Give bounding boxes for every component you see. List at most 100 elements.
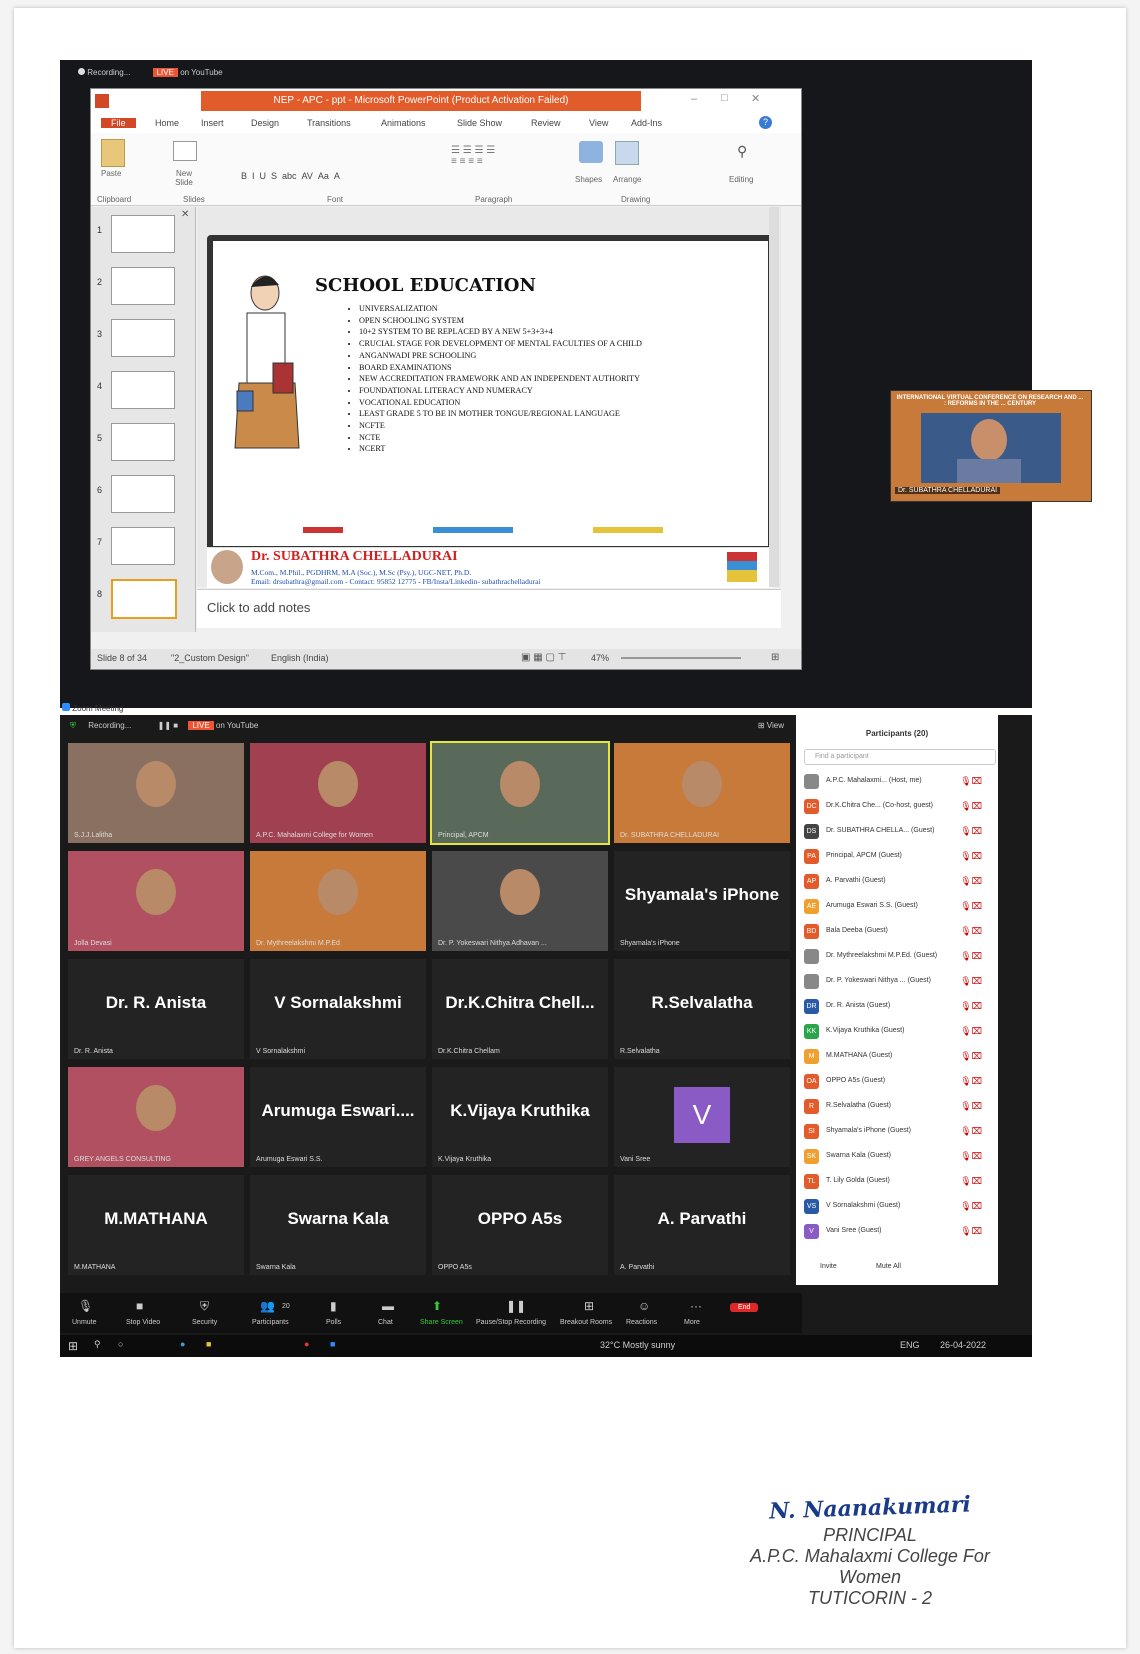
participant-row[interactable]: V Vani Sree (Guest) 🎙⌧ — [804, 1221, 990, 1243]
slide-thumbnail[interactable] — [111, 527, 175, 565]
tab-add-ins[interactable]: Add-Ins — [631, 118, 662, 128]
participant-row[interactable]: KK K.Vijaya Kruthika (Guest) 🎙⌧ — [804, 1021, 990, 1043]
participant-tile[interactable]: Dr. R. Anista Dr. R. Anista — [68, 959, 244, 1059]
polls-button[interactable]: Polls — [326, 1319, 341, 1326]
chrome-icon[interactable]: ● — [304, 1339, 309, 1349]
editing-button[interactable]: Editing — [729, 175, 753, 184]
participant-row[interactable]: Dr. P. Yokeswari Nithya ... (Guest) 🎙⌧ — [804, 971, 990, 993]
tab-animations[interactable]: Animations — [381, 118, 426, 128]
participant-tile[interactable]: Shyamala's iPhone Shyamala's iPhone — [614, 851, 790, 951]
tab-file[interactable]: File — [101, 118, 136, 128]
search-icon[interactable]: ⚲ — [94, 1339, 101, 1350]
find-icon[interactable]: ⚲ — [737, 143, 747, 160]
zoom-taskbar-icon[interactable]: ■ — [330, 1339, 335, 1349]
participant-row[interactable]: DC Dr.K.Chitra Che... (Co-host, guest) 🎙⌧ — [804, 796, 990, 818]
end-button[interactable]: End — [730, 1303, 759, 1312]
participant-search-input[interactable]: Find a participant — [804, 749, 996, 765]
view-buttons[interactable]: ▣ ▦ ▢ ⊤ — [521, 652, 566, 663]
participant-tile[interactable]: Dr. SUBATHRA CHELLADURAI — [614, 743, 790, 843]
tab-slide-show[interactable]: Slide Show — [457, 118, 502, 128]
participant-row[interactable]: AE Arumuga Eswari S.S. (Guest) 🎙⌧ — [804, 896, 990, 918]
language-status[interactable]: English (India) — [271, 653, 329, 663]
presenter-video-thumbnail[interactable]: INTERNATIONAL VIRTUAL CONFERENCE ON RESE… — [890, 390, 1092, 502]
zoom-level[interactable]: 47% — [591, 653, 609, 663]
participant-row[interactable]: A.P.C. Mahalaxmi... (Host, me) 🎙⌧ — [804, 771, 990, 793]
slide-thumbnail[interactable] — [111, 371, 175, 409]
participant-row[interactable]: SI Shyamala's iPhone (Guest) 🎙⌧ — [804, 1121, 990, 1143]
tab-home[interactable]: Home — [155, 118, 179, 128]
participant-tile[interactable]: Jolla Devasi — [68, 851, 244, 951]
participant-tile[interactable]: Swarna Kala Swarna Kala — [250, 1175, 426, 1275]
reactions-button[interactable]: Reactions — [626, 1319, 657, 1326]
participant-tile[interactable]: R.Selvalatha R.Selvalatha — [614, 959, 790, 1059]
tab-review[interactable]: Review — [531, 118, 561, 128]
participant-tile[interactable]: Principal, APCM — [430, 741, 610, 845]
participant-row[interactable]: SK Swarna Kala (Guest) 🎙⌧ — [804, 1146, 990, 1168]
security-button[interactable]: Security — [192, 1319, 217, 1326]
more-button[interactable]: More — [684, 1319, 700, 1326]
slide-thumbnail[interactable] — [111, 423, 175, 461]
chat-button[interactable]: Chat — [378, 1319, 393, 1326]
live-target[interactable]: on YouTube — [180, 68, 222, 77]
windows-start-icon[interactable]: ⊞ — [68, 1339, 78, 1353]
participant-tile[interactable]: V Sornalakshmi V Sornalakshmi — [250, 959, 426, 1059]
tab-view[interactable]: View — [589, 118, 608, 128]
edge-icon[interactable]: ● — [180, 1339, 185, 1349]
pane-close-icon[interactable]: ✕ — [181, 209, 189, 220]
zoom-live-badge[interactable]: LIVE — [188, 721, 214, 730]
participant-tile[interactable]: Arumuga Eswari.... Arumuga Eswari S.S. — [250, 1067, 426, 1167]
tab-insert[interactable]: Insert — [201, 118, 224, 128]
current-slide[interactable]: SCHOOL EDUCATION UNIVERSALIZATIONOPEN SC… — [207, 235, 774, 552]
shapes-button[interactable]: Shapes — [575, 175, 602, 184]
stop-video-button[interactable]: Stop Video — [126, 1319, 160, 1326]
paragraph-tools[interactable]: ☰ ☰ ☰ ☰ ≡ ≡ ≡ ≡ — [451, 145, 495, 167]
maximize-icon[interactable]: □ — [721, 92, 728, 104]
participant-row[interactable]: OA OPPO A5s (Guest) 🎙⌧ — [804, 1071, 990, 1093]
participant-tile[interactable]: Dr.K.Chitra Chell... Dr.K.Chitra Chellam — [432, 959, 608, 1059]
pause-icon[interactable]: ❚❚ ■ — [158, 721, 178, 730]
fit-slide-icon[interactable]: ⊞ — [771, 652, 779, 663]
slide-thumbnail[interactable] — [111, 215, 175, 253]
clock-date[interactable]: 26-04-2022 — [940, 1340, 986, 1350]
participant-tile[interactable]: A. Parvathi A. Parvathi — [614, 1175, 790, 1275]
participant-tile[interactable]: S.J.J.Lalitha — [68, 743, 244, 843]
participant-row[interactable]: PA Principal, APCM (Guest) 🎙⌧ — [804, 846, 990, 868]
participant-row[interactable]: BD Bala Deeba (Guest) 🎙⌧ — [804, 921, 990, 943]
view-button[interactable]: ⊞ View — [758, 721, 784, 730]
participant-row[interactable]: Dr. Mythreelakshmi M.P.Ed. (Guest) 🎙⌧ — [804, 946, 990, 968]
zoom-live-target[interactable]: on YouTube — [216, 721, 258, 730]
participant-row[interactable]: DR Dr. R. Anista (Guest) 🎙⌧ — [804, 996, 990, 1018]
participant-row[interactable]: M M.MATHANA (Guest) 🎙⌧ — [804, 1046, 990, 1068]
slide-thumbnail[interactable] — [111, 267, 175, 305]
participant-tile[interactable]: V Vani Sree — [614, 1067, 790, 1167]
slide-thumbnail[interactable] — [111, 579, 177, 619]
minimize-icon[interactable]: – — [691, 93, 697, 105]
participant-row[interactable]: AP A. Parvathi (Guest) 🎙⌧ — [804, 871, 990, 893]
paste-button[interactable]: Paste — [101, 169, 121, 178]
participant-tile[interactable]: Dr. Mythreelakshmi M.P.Ed — [250, 851, 426, 951]
participants-button[interactable]: Participants — [252, 1319, 289, 1326]
participant-tile[interactable]: Dr. P. Yokeswari Nithya Adhavan ... — [432, 851, 608, 951]
share-screen-button[interactable]: Share Screen — [420, 1319, 463, 1326]
zoom-recording-label[interactable]: Recording... — [88, 721, 131, 730]
slide-thumbnail[interactable] — [111, 319, 175, 357]
live-badge[interactable]: LIVE — [152, 68, 178, 77]
participant-row[interactable]: VS V Sornalakshmi (Guest) 🎙⌧ — [804, 1196, 990, 1218]
arrange-icon[interactable] — [615, 141, 639, 165]
recording-indicator[interactable]: Recording... LIVE on YouTube — [78, 68, 223, 77]
invite-button[interactable]: Invite — [820, 1263, 837, 1270]
weather-widget[interactable]: 32°C Mostly sunny — [600, 1340, 675, 1350]
close-icon[interactable]: ✕ — [751, 92, 760, 105]
mute-all-button[interactable]: Mute All — [876, 1263, 901, 1270]
record-button[interactable]: Pause/Stop Recording — [476, 1319, 546, 1326]
notes-pane[interactable]: Click to add notes — [197, 589, 781, 628]
participant-tile[interactable]: M.MATHANA M.MATHANA — [68, 1175, 244, 1275]
participant-tile[interactable]: K.Vijaya Kruthika K.Vijaya Kruthika — [432, 1067, 608, 1167]
slide-thumbnail[interactable] — [111, 475, 175, 513]
zoom-slider[interactable] — [621, 657, 741, 659]
new-slide-icon[interactable] — [173, 141, 197, 161]
paste-icon[interactable] — [101, 139, 125, 167]
unmute-button[interactable]: Unmute — [72, 1319, 97, 1326]
font-tools[interactable]: B I U S abc AV Aa A — [241, 171, 340, 181]
shield-icon[interactable]: ⛨ — [70, 721, 76, 730]
